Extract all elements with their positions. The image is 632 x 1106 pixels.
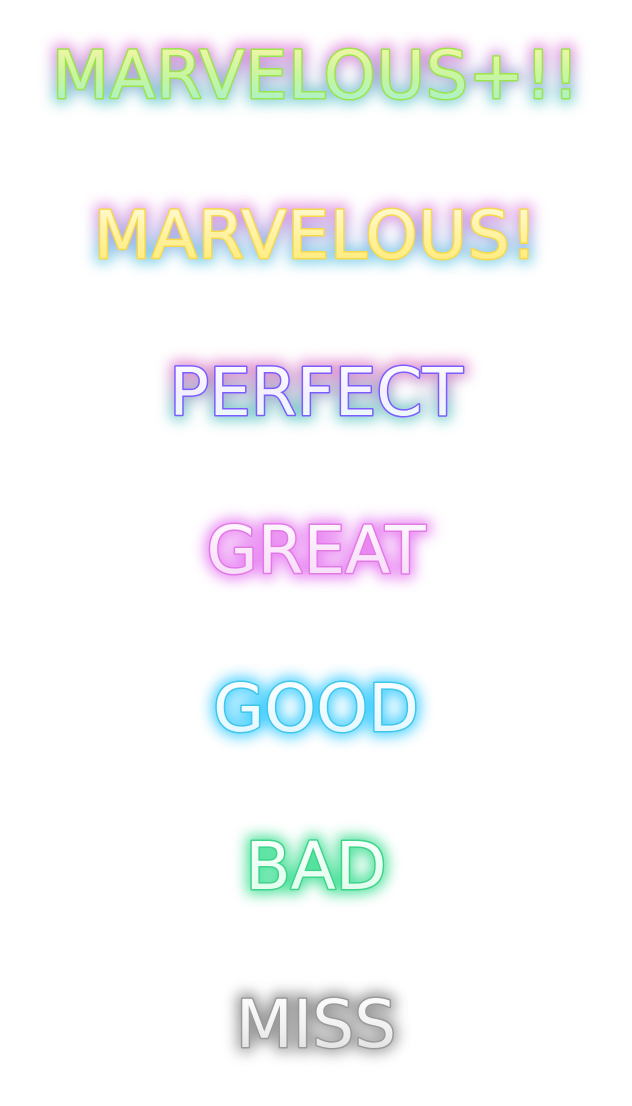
- judgement-marvelous: MARVELOUS! MARVELOUS!: [0, 185, 632, 285]
- judgement-good: GOOD GOOD: [0, 658, 632, 758]
- judgement-label: GOOD: [213, 670, 419, 747]
- judgement-graphic: PERFECTPERFECT: [164, 349, 468, 436]
- judgement-label: MISS: [236, 986, 396, 1063]
- judgement-label: MARVELOUS+!!: [52, 37, 580, 114]
- judgement-graphic: GREATGREAT: [201, 507, 431, 594]
- judgement-perfect: PERFECT PERFECT: [0, 342, 632, 442]
- judgement-miss: MISS MISS: [0, 974, 632, 1074]
- judgement-label: GREAT: [206, 512, 426, 589]
- judgement-graphic: MARVELOUS+!!MARVELOUS+!!: [47, 32, 584, 119]
- judgement-graphic: BADBAD: [240, 823, 391, 910]
- judgement-label: BAD: [245, 828, 386, 905]
- judgement-label: PERFECT: [169, 354, 463, 431]
- judgement-great: GREAT GREAT: [0, 500, 632, 600]
- judgement-graphic: GOODGOOD: [208, 665, 424, 752]
- judgement-graphic: MARVELOUS!MARVELOUS!: [89, 192, 542, 279]
- judgement-marvelous-plus: MARVELOUS+!! MARVELOUS+!!: [0, 25, 632, 125]
- judgement-label: MARVELOUS!: [94, 197, 538, 274]
- judgement-graphic: MISSMISS: [231, 981, 401, 1068]
- judgement-bad: BAD BAD: [0, 816, 632, 916]
